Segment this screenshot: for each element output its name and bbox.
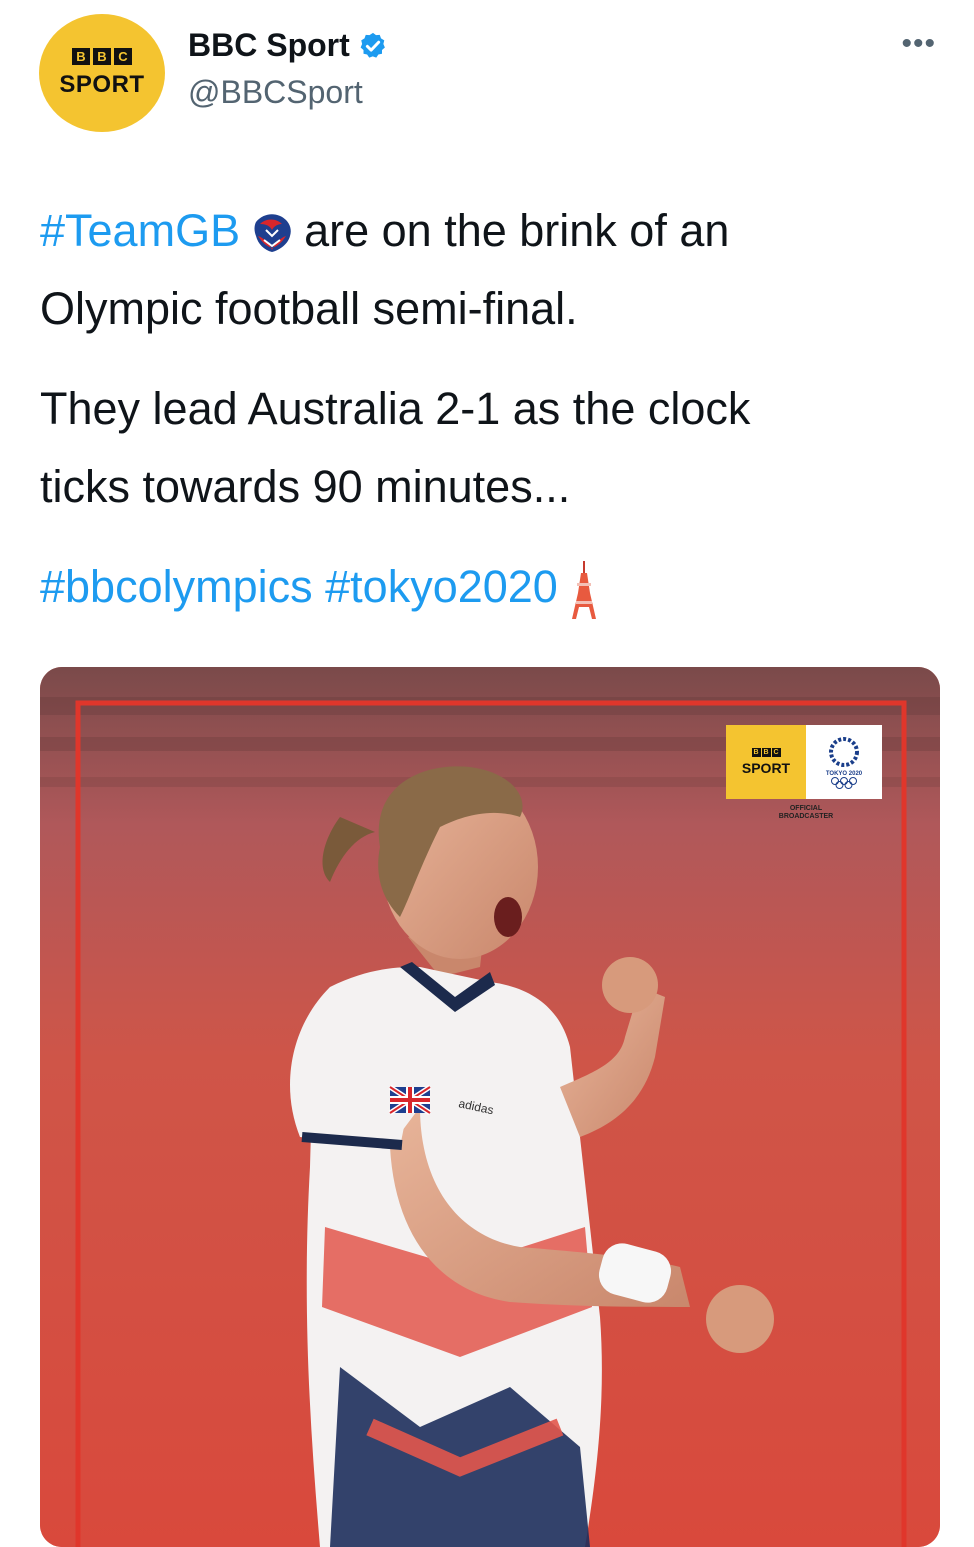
badge-bbc-sport: B B C SPORT (726, 725, 806, 799)
hashtag-tokyo2020[interactable]: #tokyo2020 (325, 561, 558, 612)
badge-tokyo-2020: TOKYO 2020 (806, 725, 882, 799)
tweet-paragraph-2: They lead Australia 2-1 as the clock tic… (40, 370, 940, 526)
tweet-paragraph-3: #bbcolympics #tokyo2020 (40, 548, 940, 626)
display-name[interactable]: BBC Sport (188, 27, 350, 64)
more-options-icon[interactable]: ••• (901, 29, 936, 59)
tweet-line-2: Olympic football semi-final. (40, 283, 578, 334)
bbc-letter: C (771, 748, 781, 757)
tweet-line-1-rest: are on the brink of an (304, 205, 730, 256)
official-broadcaster-label: OFFICIAL BROADCASTER (746, 805, 866, 821)
avatar-sport-label: SPORT (59, 70, 145, 98)
hashtag-bbcolympics[interactable]: #bbcolympics (40, 561, 313, 612)
bbc-tokyo-badge: B B C SPORT TOKYO 2020 (726, 725, 882, 799)
author-name-row: BBC Sport (188, 27, 388, 64)
player-celebration-photo: adidas (40, 667, 940, 1547)
official-line-1: OFFICIAL (789, 805, 823, 812)
official-line-2: BROADCASTER (778, 813, 834, 820)
hashtag-teamgb[interactable]: #TeamGB (40, 205, 240, 256)
olympic-rings-icon (831, 777, 857, 789)
tweet-paragraph-1: #TeamGB are on the brink of an Olympic f… (40, 192, 940, 348)
bbc-letter: B (751, 748, 761, 757)
bbc-letter: B (93, 47, 111, 65)
verified-badge-icon (360, 32, 385, 58)
tweet-para2-line2: ticks towards 90 minutes... (40, 461, 571, 512)
author-handle[interactable]: @BBCSport (188, 74, 363, 111)
team-gb-lion-icon (254, 214, 291, 253)
bbc-letter: B (761, 748, 771, 757)
tweet-para2-line1: They lead Australia 2-1 as the clock (40, 383, 751, 434)
tokyo-tower-icon (571, 561, 596, 620)
bbc-letter: C (114, 47, 132, 65)
tweet-media-image[interactable]: adidas B B C SPORT TOKYO 2020 OFFICIAL B… (40, 667, 940, 1547)
bbc-logo: B B C (72, 47, 132, 65)
tweet-text: #TeamGB are on the brink of an Olympic f… (40, 192, 940, 626)
badge-sport-label: SPORT (741, 760, 791, 776)
bbc-letter: B (72, 47, 90, 65)
avatar[interactable]: B B C SPORT (39, 14, 165, 132)
tokyo-2020-emblem-icon (829, 737, 859, 767)
badge-bbc-logo: B B C (751, 748, 781, 757)
